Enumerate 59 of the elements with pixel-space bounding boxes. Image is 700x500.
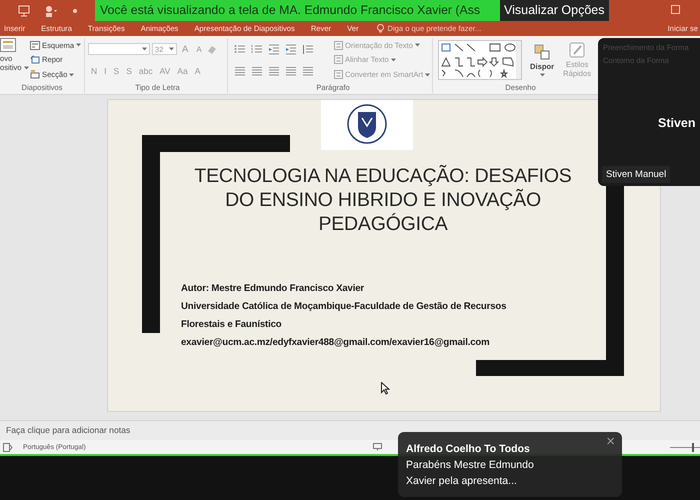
- decrease-font-button[interactable]: A: [196, 44, 202, 54]
- language-icon[interactable]: [3, 442, 13, 452]
- caret-icon: [425, 72, 430, 77]
- line-spacing-icon[interactable]: [302, 44, 314, 54]
- format-button[interactable]: A: [194, 66, 200, 76]
- format-button[interactable]: S: [126, 66, 132, 76]
- caret-icon: [390, 58, 396, 62]
- layout-icon: [30, 40, 40, 50]
- chat-message: Parabéns Mestre Edmundo Xavier pela apresenta...: [406, 458, 535, 489]
- slide-text: Autor: Mestre Edmundo Francisco Xavier: [181, 282, 366, 296]
- touch-icon[interactable]: [44, 4, 58, 16]
- format-button[interactable]: S: [114, 66, 120, 76]
- reset-icon: [30, 55, 40, 64]
- increase-indent-icon[interactable]: [285, 44, 297, 54]
- caret-icon: [414, 43, 420, 48]
- smartart-icon: [334, 70, 343, 80]
- format-button[interactable]: N: [91, 66, 98, 76]
- arrange-icon: [534, 44, 550, 60]
- align-text-icon: [334, 55, 343, 64]
- customize-icon[interactable]: [72, 8, 78, 14]
- brush-icon: [569, 42, 586, 58]
- chat-sender: Alfredo Coelho To Todos: [406, 442, 531, 457]
- shape-gallery-drawing[interactable]: [438, 40, 522, 80]
- format-button[interactable]: abc: [138, 66, 153, 76]
- slide-text: Universidade Católica de Moçambique-Faculdade de Gestão de Recursos: [181, 300, 506, 314]
- slideshow-view-icon[interactable]: [373, 443, 382, 451]
- format-button[interactable]: Aa: [177, 66, 188, 76]
- justify-icon[interactable]: [285, 66, 297, 76]
- lightbulb-icon: [376, 24, 384, 33]
- font-name-field[interactable]: [88, 43, 150, 55]
- bullet-list-icon[interactable]: [234, 44, 246, 54]
- format-button[interactable]: AV: [160, 66, 170, 76]
- cursor-icon: [381, 382, 390, 395]
- align-center-icon[interactable]: [251, 66, 263, 76]
- view-options-button[interactable]: Visualizar Opções: [500, 0, 609, 21]
- text-direction-icon: [334, 40, 343, 50]
- slide-title: TECNOLOGIA NA EDUCAÇÃO: DESAFIOS DO ENSINO HIBRIDO E INOVAÇÃO PEDAGÓGICA: [193, 164, 573, 236]
- decrease-indent-icon[interactable]: [268, 44, 280, 54]
- caret-icon: [169, 47, 174, 51]
- zoom-slider-thumb[interactable]: [692, 442, 694, 452]
- slide-text: exavier@ucm.ac.mz/edyfxavier488@gmail.com/exavier16@gmail.com: [181, 336, 490, 350]
- participant-name: Stiven: [658, 116, 696, 130]
- caret-icon: [24, 66, 29, 70]
- align-right-icon[interactable]: [268, 66, 280, 76]
- caret-icon: [540, 72, 545, 76]
- caret-icon: [142, 47, 147, 51]
- window-icon[interactable]: [671, 5, 680, 14]
- section-icon: [30, 70, 40, 80]
- participant-name-tag: Stiven Manuel: [602, 166, 670, 183]
- screen-share-banner: Você está visualizando a tela de MA. Edmundo Francisco Xavier (Ass: [95, 0, 500, 21]
- format-button[interactable]: I: [104, 66, 107, 76]
- columns-icon[interactable]: [302, 66, 314, 76]
- presentation-icon[interactable]: [18, 4, 30, 16]
- align-left-icon[interactable]: [234, 66, 246, 76]
- caret-icon: [69, 72, 74, 77]
- numbered-list-icon[interactable]: [251, 44, 263, 54]
- increase-font-button[interactable]: A: [182, 44, 188, 54]
- slide-text: Florestais e Faunístico: [181, 318, 283, 332]
- caret-icon: [76, 43, 82, 48]
